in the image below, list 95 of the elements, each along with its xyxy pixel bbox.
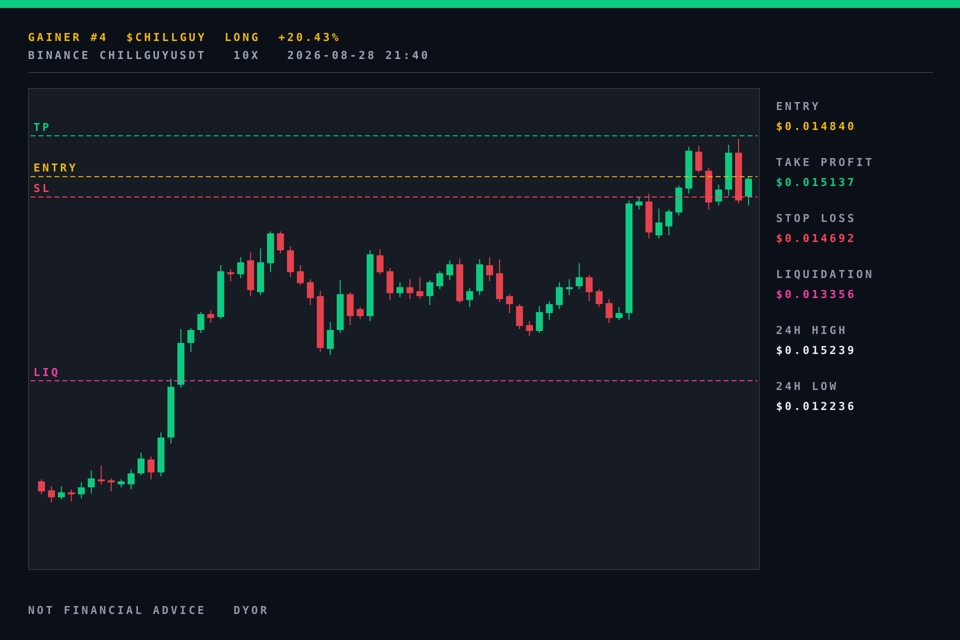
candle (476, 258, 484, 296)
candle (576, 262, 583, 290)
candle (516, 304, 523, 330)
candle (247, 252, 254, 297)
candle (665, 209, 672, 236)
candle (286, 246, 294, 278)
candle (496, 258, 504, 303)
signal-meta: 2026-08-28 21:40 (287, 48, 430, 64)
stat-value: $0.014840 (776, 119, 858, 135)
signal-title: LONG (224, 30, 260, 46)
signal-meta: 10X (233, 48, 260, 64)
candle (148, 456, 154, 480)
candle (376, 248, 384, 275)
candle (396, 282, 404, 298)
stat-label: ENTRY (776, 99, 822, 115)
candle (98, 464, 105, 485)
candle (735, 138, 742, 204)
candle (466, 288, 474, 308)
candle (336, 280, 344, 334)
candle (685, 146, 692, 194)
disclaimer-text: DYOR (233, 603, 270, 619)
candle (645, 193, 652, 239)
candle (586, 274, 593, 302)
candle (68, 488, 75, 502)
candle (257, 248, 264, 296)
candle (326, 322, 334, 356)
candle (655, 208, 662, 239)
candle (446, 260, 454, 281)
signal-meta: BINANCE CHILLGUYUSDT (28, 48, 206, 64)
candle (566, 278, 573, 296)
candle (157, 432, 164, 477)
candle (217, 264, 224, 320)
stat-value: $0.012236 (776, 399, 858, 415)
signal-title: +20.43% (278, 30, 341, 46)
candle (436, 270, 444, 290)
candle (207, 310, 214, 324)
level-label: TP (34, 120, 52, 134)
candle (306, 278, 314, 306)
candle (675, 185, 682, 216)
disclaimer-text: NOT FINANCIAL ADVICE (28, 603, 206, 619)
candle (227, 268, 234, 282)
candle (267, 230, 274, 273)
candle (536, 306, 543, 334)
candle (506, 294, 513, 314)
stat-label: 24H LOW (776, 379, 840, 395)
candle (486, 256, 494, 282)
candle (386, 268, 394, 301)
candle (526, 320, 533, 336)
candle (118, 478, 125, 488)
stat-value: $0.013356 (776, 287, 858, 303)
candle (48, 486, 55, 503)
candle (416, 276, 424, 300)
candle (725, 144, 732, 196)
candle (606, 298, 613, 324)
stat-label: 24H HIGH (776, 323, 848, 339)
candle (745, 176, 752, 206)
stat-value: $0.015137 (776, 175, 858, 191)
candle (596, 288, 603, 308)
candle (108, 478, 115, 492)
signal-title: $CHILLGUY (126, 30, 207, 46)
candle (356, 306, 364, 320)
candle (58, 486, 65, 500)
candle (197, 312, 204, 334)
candle (187, 328, 194, 352)
level-label: LIQ (34, 366, 60, 379)
stat-value: $0.015239 (776, 343, 858, 359)
stat-label: TAKE PROFIT (776, 155, 874, 171)
candle (277, 230, 284, 254)
candle (426, 280, 434, 306)
stat-label: LIQUIDATION (776, 267, 874, 283)
candle (346, 292, 354, 326)
candle (695, 145, 702, 174)
candle (88, 470, 95, 494)
candle (705, 167, 712, 210)
candle (546, 300, 553, 321)
candle (38, 478, 45, 495)
level-label: ENTRY (34, 162, 78, 175)
candle (78, 482, 85, 499)
candle (616, 306, 623, 321)
candle (296, 264, 304, 286)
signal-title: GAINER #4 (28, 30, 108, 46)
candle (138, 452, 145, 476)
stat-value: $0.014692 (776, 231, 858, 247)
candle (167, 378, 174, 444)
level-label: SL (34, 182, 52, 196)
stat-label: STOP LOSS (776, 211, 858, 227)
candle (237, 256, 244, 279)
candle (715, 184, 722, 206)
candle (316, 290, 324, 352)
candle (128, 468, 135, 490)
candle (636, 196, 642, 210)
candle (406, 278, 414, 300)
candle (556, 282, 563, 310)
candle (456, 258, 464, 304)
candle (177, 328, 184, 388)
